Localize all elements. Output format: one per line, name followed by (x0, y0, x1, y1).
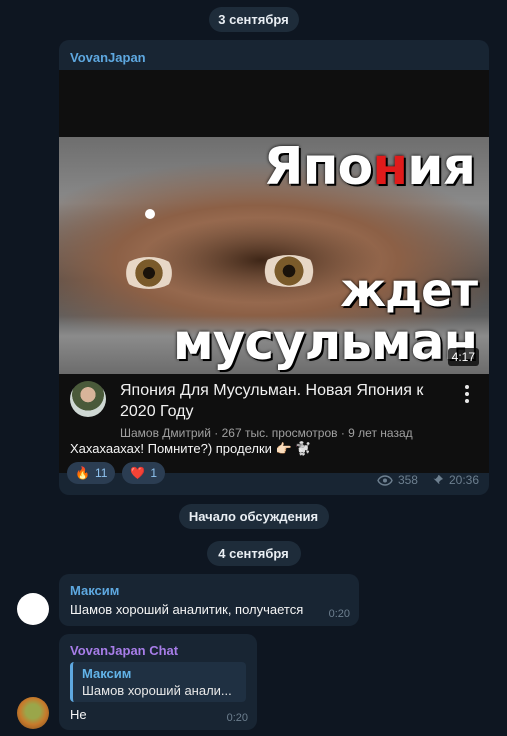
post-time: 20:36 (448, 473, 479, 487)
reply-text: Шамов хороший анали... (82, 683, 232, 698)
post-author[interactable]: VovanJapan (70, 50, 146, 65)
thumbnail-line-2: ждет (340, 263, 478, 317)
channel-post[interactable]: VovanJapan Япония ждет мусульман 4:17 Яп… (59, 40, 489, 495)
thumbnail-line-3: мусульман (172, 313, 478, 371)
date-separator: 3 сентября (208, 7, 299, 32)
user-avatar[interactable] (17, 697, 49, 729)
comment-bubble[interactable]: VovanJapan Chat Максим Шамов хороший ана… (59, 634, 257, 730)
timestamp: 20:36 (432, 473, 479, 487)
video-duration: 4:17 (447, 348, 479, 366)
pin-icon (433, 475, 443, 485)
comment-bubble[interactable]: Максим Шамов хороший аналитик, получаетс… (59, 574, 359, 626)
heart-icon: ❤️ (130, 466, 146, 480)
comment-time: 0:20 (226, 712, 248, 724)
video-thumbnail[interactable]: Япония ждет мусульман 4:17 (59, 137, 489, 374)
views: 358 (377, 473, 418, 487)
comment-text: Шамов хороший аналитик, получается (70, 602, 304, 617)
dot-graphic (145, 209, 155, 219)
fire-icon: 🔥 (75, 466, 90, 480)
comment-author[interactable]: VovanJapan Chat (70, 643, 178, 658)
reaction-fire[interactable]: 🔥 11 (67, 462, 116, 484)
reaction-count: 11 (94, 466, 108, 480)
thumbnail-title: Япония (263, 137, 476, 197)
discussion-start-label: Начало обсуждения (178, 504, 329, 529)
post-caption: Хахахаахах! Помните?) проделки 👉🏻 🐩 (70, 441, 312, 456)
eye-icon (377, 474, 393, 486)
comment-time: 0:20 (328, 608, 350, 620)
reaction-heart[interactable]: ❤️ 1 (122, 462, 166, 484)
reply-quote[interactable]: Максим Шамов хороший анали... (70, 662, 246, 702)
user-avatar[interactable] (17, 593, 49, 625)
video-meta: Шамов Дмитрий · 267 тыс. просмотров · 9 … (120, 426, 413, 440)
reactions-bar: 🔥 11 ❤️ 1 (67, 462, 166, 484)
video-title[interactable]: Япония Для Мусульман. Новая Япония к 202… (120, 380, 440, 422)
eye-graphic (121, 257, 177, 289)
reply-author: Максим (82, 666, 132, 681)
eye-graphic (259, 255, 319, 287)
comment-text: Не (70, 707, 87, 722)
reaction-count: 1 (150, 466, 158, 480)
more-options-icon[interactable] (465, 385, 469, 403)
comment-author[interactable]: Максим (70, 583, 119, 598)
channel-avatar[interactable] (70, 381, 106, 417)
views-count: 358 (397, 473, 418, 487)
date-separator: 4 сентября (206, 541, 301, 566)
youtube-embed[interactable]: Япония ждет мусульман 4:17 Япония Для Му… (59, 70, 489, 473)
post-stats: 358 20:36 (377, 473, 479, 487)
